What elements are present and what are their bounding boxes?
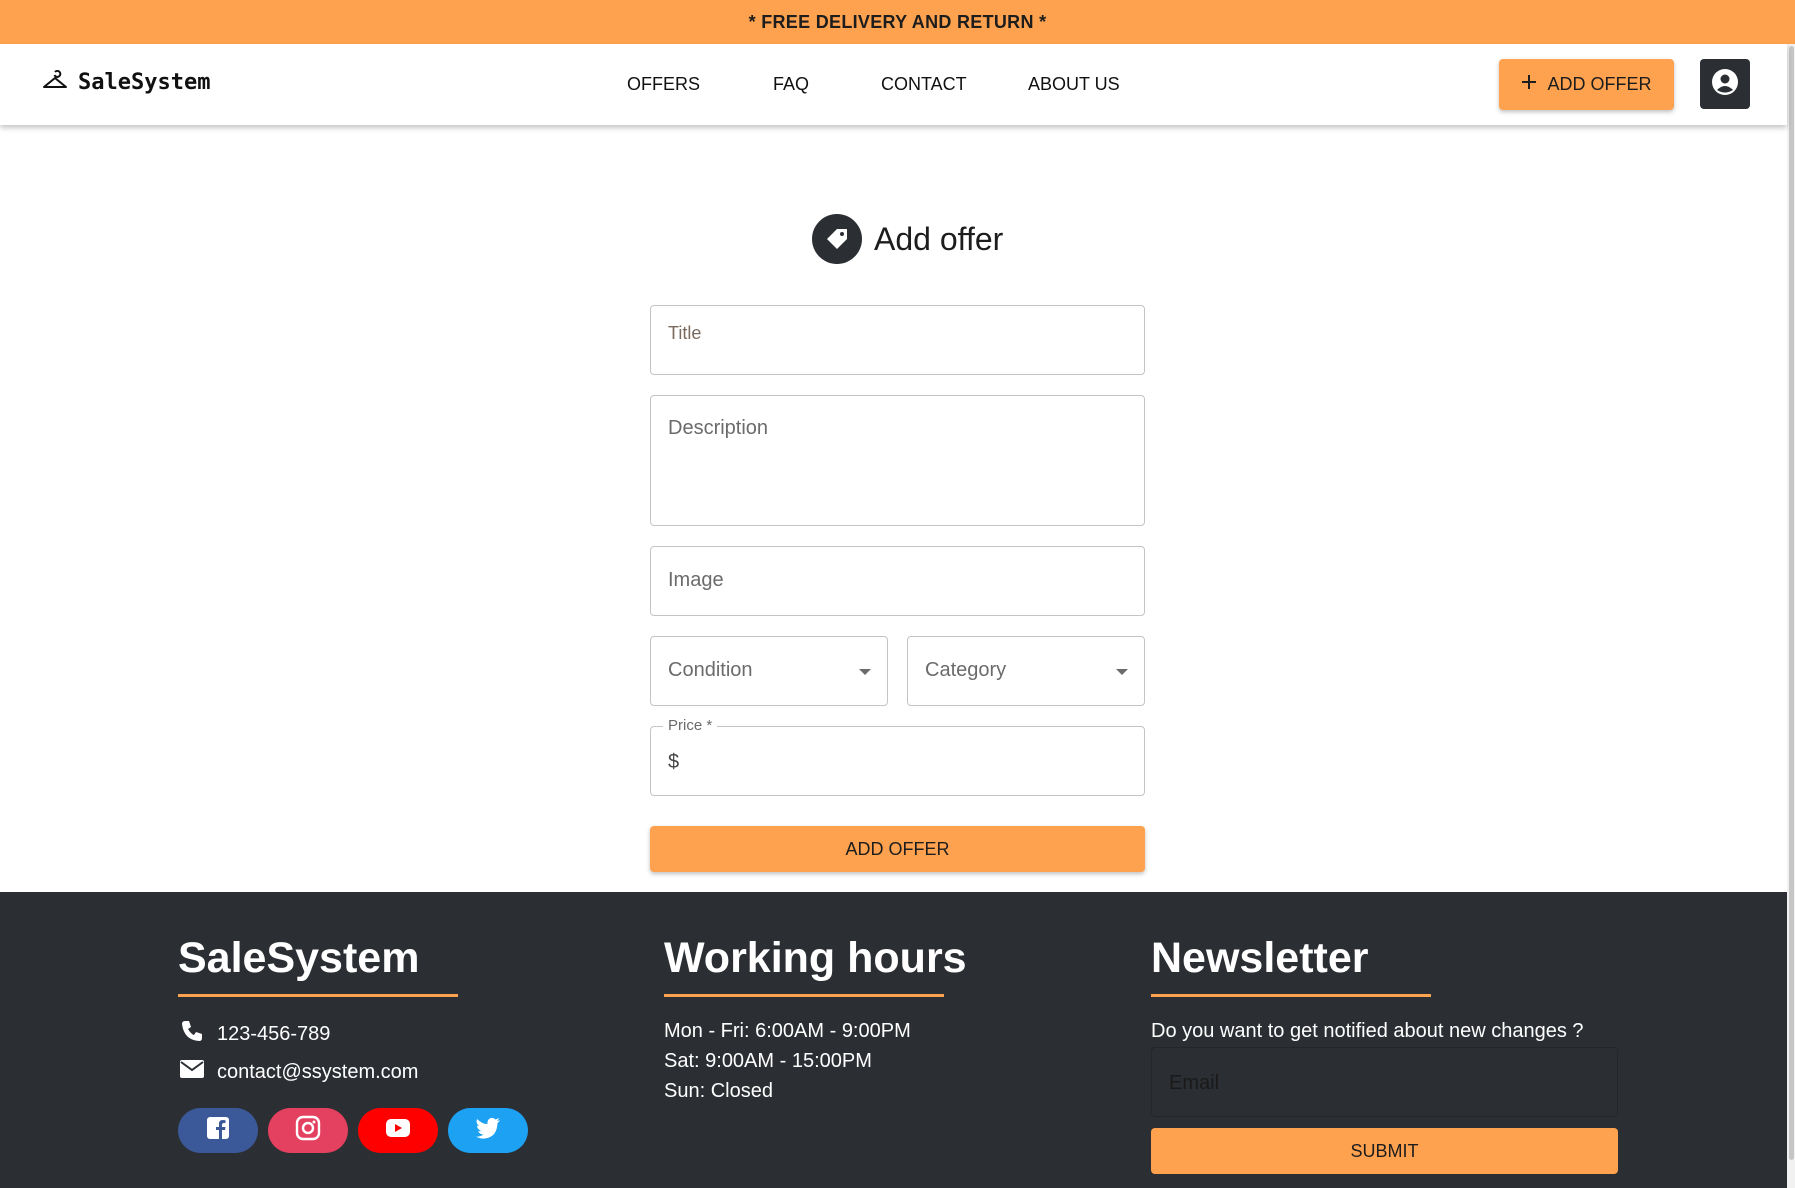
email-contact: contact@ssystem.com [179, 1056, 418, 1088]
price-input[interactable]: Price * $ [650, 717, 1145, 796]
nav-faq[interactable]: FAQ [773, 74, 809, 95]
category-placeholder: Category [925, 659, 1007, 681]
add-offer-nav-label: ADD OFFER [1547, 74, 1652, 94]
hanger-icon [42, 69, 68, 95]
price-label: Price * [663, 717, 718, 734]
footer-divider [1151, 994, 1431, 997]
form-title: Add offer [874, 220, 1004, 257]
account-circle-icon [1711, 68, 1739, 101]
add-offer-submit-button[interactable]: ADD OFFER [650, 826, 1145, 872]
newsletter-submit-button[interactable]: SUBMIT [1151, 1128, 1618, 1174]
footer-divider [178, 994, 458, 997]
logo-text: SaleSystem [78, 70, 211, 95]
footer-brand-title: SaleSystem [178, 934, 420, 982]
newsletter-submit-label: SUBMIT [1350, 1140, 1419, 1161]
currency-prefix: $ [668, 751, 680, 773]
phone-contact: 123-456-789 [179, 1018, 330, 1050]
hours-saturday: Sat: 9:00AM - 15:00PM [664, 1050, 872, 1072]
newsletter-email-input[interactable]: Email [1151, 1047, 1618, 1117]
title-placeholder: Title [668, 323, 702, 343]
facebook-icon [206, 1116, 230, 1145]
newsletter-question: Do you want to get notified about new ch… [1151, 1020, 1584, 1042]
hours-sunday: Sun: Closed [664, 1080, 773, 1102]
nav-contact[interactable]: CONTACT [881, 74, 967, 95]
promo-banner: * FREE DELIVERY AND RETURN * [0, 0, 1795, 44]
footer-divider [664, 994, 944, 997]
description-placeholder: Description [668, 417, 769, 439]
condition-select[interactable]: Condition [650, 636, 888, 706]
price-tag-icon [812, 214, 862, 264]
footer: SaleSystem 123-456-789 contact@ssystem.c… [0, 892, 1787, 1188]
add-offer-nav-button[interactable]: ADD OFFER [1499, 59, 1674, 110]
instagram-button[interactable] [268, 1108, 348, 1153]
social-links [178, 1108, 528, 1153]
instagram-icon [295, 1115, 321, 1146]
nav-offers[interactable]: OFFERS [627, 74, 700, 95]
plus-icon [1521, 74, 1537, 95]
promo-banner-text: * FREE DELIVERY AND RETURN * [748, 11, 1047, 32]
image-placeholder: Image [668, 569, 724, 591]
phone-number: 123-456-789 [217, 1022, 331, 1045]
navbar: SaleSystem OFFERS FAQ CONTACT ABOUT US A… [0, 44, 1787, 125]
nav-about-us[interactable]: ABOUT US [1028, 74, 1120, 95]
description-textarea[interactable]: Description [650, 395, 1145, 526]
twitter-icon [475, 1117, 501, 1144]
form-heading: Add offer [812, 214, 1003, 264]
youtube-button[interactable] [358, 1108, 438, 1153]
youtube-icon [385, 1118, 411, 1143]
category-select[interactable]: Category [907, 636, 1145, 706]
caret-down-icon [859, 669, 871, 675]
hours-weekdays: Mon - Fri: 6:00AM - 9:00PM [664, 1020, 911, 1042]
mail-icon [179, 1056, 205, 1088]
add-offer-submit-label: ADD OFFER [845, 838, 950, 859]
facebook-button[interactable] [178, 1108, 258, 1153]
hours-title: Working hours [664, 934, 967, 982]
scrollbar-thumb[interactable] [1789, 46, 1794, 1160]
twitter-button[interactable] [448, 1108, 528, 1153]
condition-placeholder: Condition [668, 659, 753, 681]
caret-down-icon [1116, 669, 1128, 675]
logo[interactable]: SaleSystem [42, 69, 211, 95]
title-input[interactable]: Title [650, 305, 1145, 375]
account-button[interactable] [1700, 59, 1750, 109]
phone-icon [179, 1018, 205, 1050]
email-address: contact@ssystem.com [217, 1060, 419, 1083]
newsletter-email-placeholder: Email [1169, 1072, 1220, 1094]
image-input[interactable]: Image [650, 546, 1145, 616]
newsletter-title: Newsletter [1151, 934, 1369, 982]
